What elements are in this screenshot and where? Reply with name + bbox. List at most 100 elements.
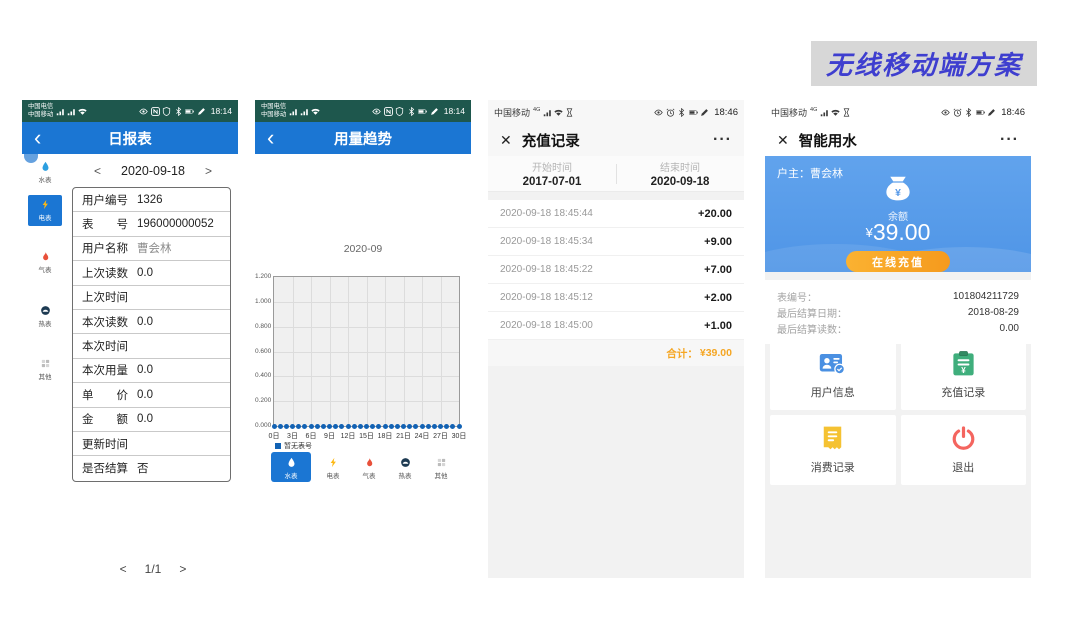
- end-date-field[interactable]: 结束时间 2020-09-18: [616, 156, 744, 191]
- more-icon[interactable]: ···: [1000, 131, 1019, 149]
- sidebar-item-water[interactable]: 水表: [26, 161, 64, 184]
- data-point: [444, 424, 449, 429]
- gridline-v: [311, 277, 312, 426]
- pagination: < 1/1 >: [68, 562, 238, 576]
- more-icon[interactable]: ···: [713, 131, 732, 149]
- feature-card-recharge-record[interactable]: ¥充值记录: [901, 340, 1027, 410]
- field-label: 本次用量: [82, 362, 128, 378]
- consume-record-icon: [819, 425, 846, 452]
- meter-tab-electric[interactable]: 电表: [319, 452, 347, 480]
- field-label: 更新时间: [82, 436, 128, 452]
- owner-label: 户主：: [777, 168, 810, 180]
- data-point: [364, 424, 369, 429]
- status-right-icons: [654, 108, 709, 117]
- record-time: 2020-09-18 18:45:12: [500, 292, 593, 303]
- nav-bar: ✕ 智能用水 ···: [765, 124, 1031, 156]
- feature-label: 充值记录: [941, 384, 985, 400]
- start-date-field[interactable]: 开始时间 2017-07-01: [488, 156, 616, 191]
- form-row: 用户名称曹会林: [73, 237, 230, 261]
- nav-bar: ‹ 用量趋势: [255, 122, 471, 154]
- water-drop-icon: [286, 457, 297, 468]
- date-navigator: < 2020-09-18 >: [68, 161, 238, 181]
- data-point: [401, 424, 406, 429]
- sidebar-item-other[interactable]: 其他: [26, 358, 64, 381]
- signal-icon: [56, 107, 65, 116]
- meter-tab-other[interactable]: 其他: [427, 452, 455, 480]
- sidebar-item-gas[interactable]: 气表: [26, 251, 64, 274]
- feature-card-user-info[interactable]: 用户信息: [770, 340, 896, 410]
- close-icon[interactable]: ✕: [777, 132, 789, 149]
- field-value: 否: [137, 460, 149, 476]
- bluetooth-icon: [174, 107, 183, 116]
- record-amount: +2.00: [704, 292, 732, 304]
- form-row: 更新时间: [73, 432, 230, 456]
- money-bag-icon: ¥: [883, 174, 914, 205]
- meter-tab-gas[interactable]: 气表: [355, 452, 383, 480]
- eye-icon: [372, 107, 381, 116]
- status-right-icons: [139, 107, 206, 116]
- form-row: 上次读数0.0: [73, 261, 230, 285]
- prev-date-button[interactable]: <: [94, 164, 101, 178]
- wifi-icon: [311, 107, 320, 116]
- data-point: [370, 424, 375, 429]
- logout-icon: [950, 425, 977, 452]
- wifi-icon: [831, 108, 840, 117]
- status-left-icons: [543, 108, 574, 117]
- info-row: 最后结算读数：0.00: [777, 320, 1019, 336]
- battery-icon: [689, 108, 698, 117]
- owner-name: 曹会林: [810, 168, 843, 180]
- hourglass-icon: [565, 108, 574, 117]
- status-time: 18:46: [714, 107, 738, 118]
- data-point: [296, 424, 301, 429]
- field-value: 0.0: [137, 389, 153, 401]
- start-date-value: 2017-07-01: [523, 176, 582, 188]
- pen-icon: [197, 107, 206, 116]
- form-row: 本次用量0.0: [73, 359, 230, 383]
- sidebar-item-electric[interactable]: 电表: [28, 195, 62, 226]
- form-row: 金 额0.0: [73, 408, 230, 432]
- status-bar: 中国电信 中国移动 18:14: [22, 100, 238, 122]
- bluetooth-icon: [677, 108, 686, 117]
- next-date-button[interactable]: >: [205, 164, 212, 178]
- meter-type-sidebar: 水表电表气表热表其他: [22, 154, 68, 580]
- alarm-icon: [666, 108, 675, 117]
- meter-tab-water[interactable]: 水表: [271, 452, 311, 482]
- sidebar-item-heat[interactable]: 热表: [26, 305, 64, 328]
- data-point: [315, 424, 320, 429]
- prev-page-button[interactable]: <: [120, 562, 127, 576]
- alarm-icon: [953, 108, 962, 117]
- usage-chart-plot: [273, 276, 460, 427]
- eye-icon: [941, 108, 950, 117]
- chart-legend: 暂无表号: [275, 441, 312, 451]
- divider: [616, 164, 617, 184]
- data-point: [383, 424, 388, 429]
- sidebar-item-label: 气表: [39, 264, 52, 274]
- feature-card-logout[interactable]: 退出: [901, 415, 1027, 485]
- field-value: 0.0: [137, 316, 153, 328]
- status-left-icons: [820, 108, 851, 117]
- gridline-v: [330, 277, 331, 426]
- close-icon[interactable]: ✕: [500, 132, 512, 149]
- tab-label: 电表: [327, 470, 340, 480]
- back-icon[interactable]: ‹: [255, 127, 286, 149]
- battery-icon: [418, 107, 427, 116]
- carrier-labels: 中国电信 中国移动: [261, 103, 286, 118]
- feature-label: 退出: [952, 459, 974, 475]
- info-label: 最后结算读数：: [777, 321, 847, 336]
- field-label: 本次读数: [82, 314, 128, 330]
- meter-tab-heat[interactable]: 热表: [391, 452, 419, 480]
- online-recharge-button[interactable]: 在线充值: [846, 251, 950, 272]
- feature-label: 用户信息: [811, 384, 855, 400]
- form-row: 本次读数 0.0: [73, 310, 230, 334]
- recharge-record-row: 2020-09-18 18:45:34+9.00: [488, 228, 744, 256]
- info-value: 101804211729: [953, 291, 1019, 302]
- x-axis-label: 30日: [447, 431, 471, 441]
- pen-icon: [987, 108, 996, 117]
- feature-card-consume-record[interactable]: 消费记录: [770, 415, 896, 485]
- form-row: 用户编号1326: [73, 188, 230, 212]
- signal-icon: [543, 108, 552, 117]
- back-icon[interactable]: ‹: [22, 127, 53, 149]
- total-value: ¥39.00: [700, 347, 732, 359]
- signal-icon: [300, 107, 309, 116]
- next-page-button[interactable]: >: [179, 562, 186, 576]
